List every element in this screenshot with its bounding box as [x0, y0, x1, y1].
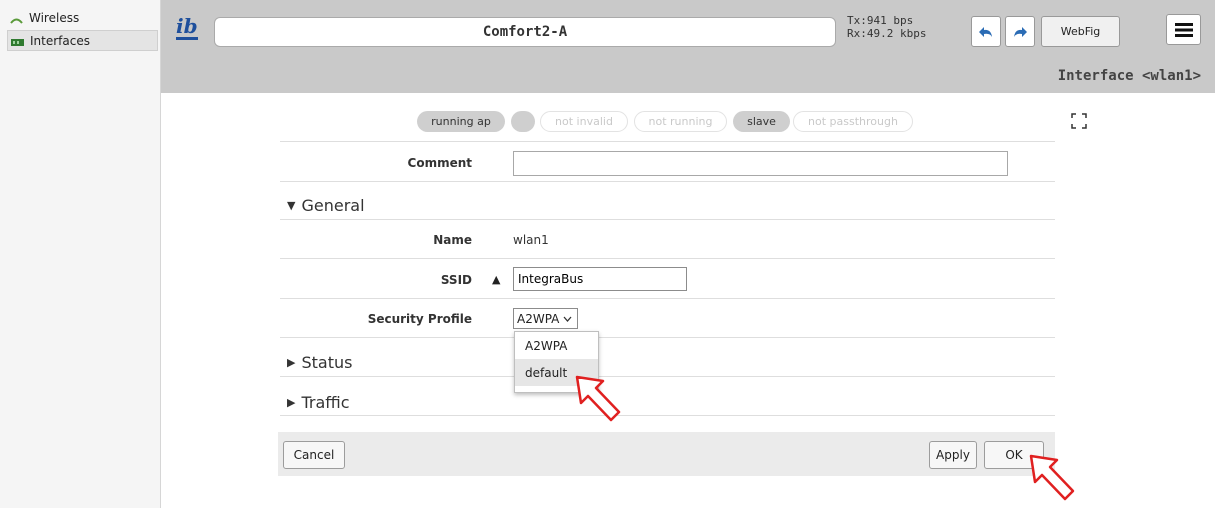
top-bar: ib Comfort2-A Tx:941 bps Rx:49.2 kbps We… [161, 0, 1215, 63]
ssid-input[interactable] [513, 267, 687, 291]
status-flag: running ap [417, 111, 505, 132]
sidebar-item-interfaces[interactable]: Interfaces [7, 30, 158, 51]
svg-text:ib: ib [176, 14, 198, 38]
redo-icon [1014, 26, 1027, 37]
section-general[interactable]: ▼ General [287, 196, 365, 215]
status-flag: slave [733, 111, 790, 132]
section-status-title: Status [301, 353, 353, 372]
page-title: Interface <wlan1> [1057, 68, 1201, 84]
ssid-collapse-icon[interactable]: ▲ [492, 273, 500, 286]
sidebar-item-label: Wireless [29, 10, 80, 25]
redo-button[interactable] [1005, 16, 1035, 47]
security-profile-select[interactable]: A2WPA [513, 308, 578, 329]
divider [280, 298, 1055, 299]
comment-field[interactable] [513, 151, 1008, 176]
name-label: Name [433, 233, 472, 247]
router-identity: Comfort2-A [214, 17, 836, 47]
webfig-button[interactable]: WebFig [1041, 16, 1120, 47]
ssid-label: SSID [440, 273, 472, 287]
section-status[interactable]: ▶ Status [287, 353, 352, 372]
status-flag [511, 111, 535, 132]
status-flag: not invalid [540, 111, 628, 132]
caret-right-icon: ▶ [287, 396, 296, 409]
security-profile-value: A2WPA [517, 311, 560, 326]
sidebar-item-label: Interfaces [30, 33, 90, 48]
divider [280, 141, 1055, 142]
divider [280, 376, 1055, 377]
sidebar: Wireless Interfaces [0, 0, 161, 508]
divider [280, 337, 1055, 338]
divider [280, 415, 1055, 416]
wireless-icon [10, 13, 23, 24]
fullscreen-icon [1071, 113, 1087, 129]
name-value: wlan1 [513, 233, 549, 247]
comment-label: Comment [407, 156, 472, 170]
undo-icon [979, 26, 992, 37]
interfaces-icon [11, 36, 24, 46]
pointer-arrow-icon [575, 375, 621, 422]
security-profile-label: Security Profile [367, 312, 472, 326]
divider [280, 181, 1055, 182]
status-flag: not passthrough [793, 111, 913, 132]
chevron-down-icon [563, 316, 572, 322]
undo-button[interactable] [971, 16, 1001, 47]
traffic-readout: Tx:941 bps Rx:49.2 kbps [847, 14, 926, 40]
cancel-button[interactable]: Cancel [283, 441, 345, 469]
logo-icon: ib [175, 14, 201, 44]
pointer-arrow-icon [1029, 454, 1075, 501]
section-traffic-title: Traffic [301, 393, 350, 412]
sidebar-item-wireless[interactable]: Wireless [7, 7, 158, 28]
dropdown-option[interactable]: A2WPA [515, 332, 598, 359]
section-general-title: General [301, 196, 365, 215]
fullscreen-button[interactable] [1071, 113, 1087, 132]
hamburger-icon [1174, 22, 1193, 37]
apply-button[interactable]: Apply [929, 441, 977, 469]
tx-rate: Tx:941 bps [847, 14, 914, 27]
menu-button[interactable] [1166, 14, 1201, 45]
divider [280, 219, 1055, 220]
caret-down-icon: ▼ [287, 199, 296, 212]
section-traffic[interactable]: ▶ Traffic [287, 393, 350, 412]
divider [280, 258, 1055, 259]
status-flag: not running [634, 111, 727, 132]
rx-rate: Rx:49.2 kbps [847, 27, 927, 40]
caret-right-icon: ▶ [287, 356, 296, 369]
